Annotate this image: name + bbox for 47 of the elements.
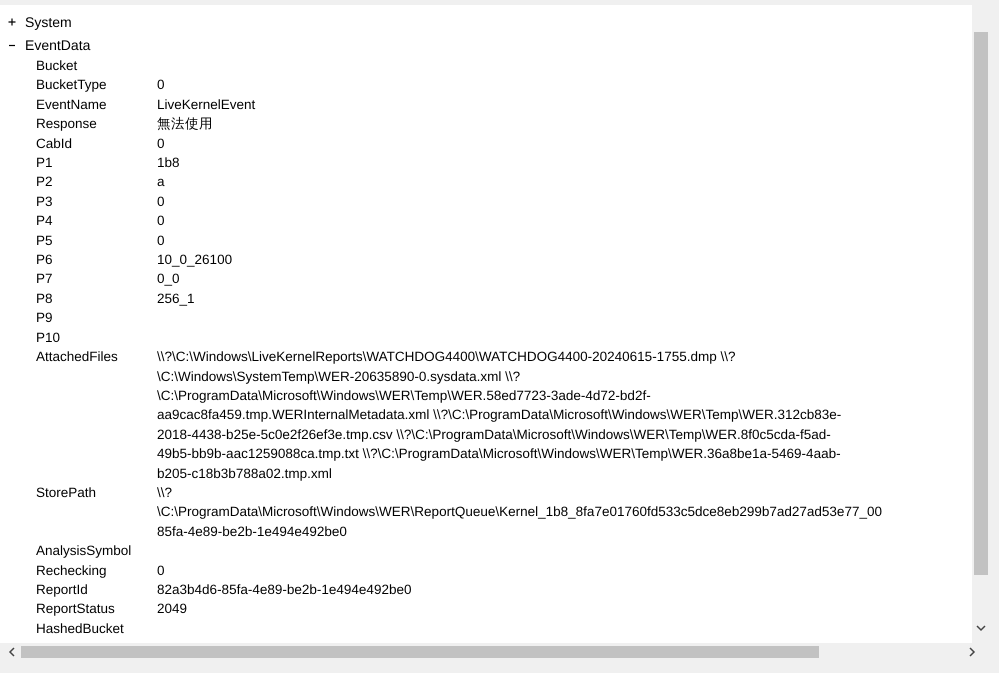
field-value: 0: [157, 192, 165, 211]
field-name: P2: [36, 173, 53, 192]
field-name: P3: [36, 192, 53, 211]
field-value: 0: [157, 562, 165, 580]
field-value: 256_1: [157, 290, 195, 308]
field-name: P9: [36, 309, 53, 328]
tree-node-label[interactable]: System: [25, 14, 72, 30]
field-name: AttachedFiles: [36, 348, 118, 366]
field-value: 0_0: [157, 270, 180, 288]
field-value: 82a3b4d6-85fa-4e89-be2b-1e494e492be0: [157, 580, 412, 599]
field-name: EventName: [36, 96, 107, 114]
field-value: \\?\C:\Windows\LiveKernelReports\WATCHDOG4400\WATCHDOG4400-20240615-1755.dmp \\? \C:\Windows\SystemTemp\WER-20635890-0.sysdata.xml \\? \C:\ProgramData\Microsoft\Windows\WER\Temp\WER.58ed7723-3ade-4d72-bd2f- aa9cac8fa459.tmp.WERInternalMetadata.xml \\?\C:\ProgramData\Microsoft\Windows\WER\Temp\WER.312cb83e- 2018-4438-b25e-5c0e2f26ef3e.tmp.csv \\?\C:\ProgramData\Microsoft\Windows\WER\Temp\WER.8f0c5cda-f5ad- 49b5-bb9b-aac1259088ca.tmp.txt \\?\C:\ProgramData\Microsoft\Windows\WER\Temp\WER.36a8be1a-5469-4aab- b205-c18b3b788a02.tmp.xml: [157, 348, 842, 483]
chevron-left-icon[interactable]: [7, 646, 17, 656]
field-value: 無法使用: [157, 115, 213, 134]
plus-icon[interactable]: [8, 18, 16, 26]
field-name: P1: [36, 154, 53, 172]
field-value: 0: [157, 76, 165, 94]
field-name: AnalysisSymbol: [36, 542, 132, 560]
field-name: CabId: [36, 134, 72, 153]
field-value: a: [157, 173, 165, 192]
field-name: BucketType: [36, 76, 107, 94]
chevron-right-icon[interactable]: [967, 646, 977, 656]
field-name: P5: [36, 232, 53, 250]
field-name: ReportStatus: [36, 600, 115, 618]
field-name: Bucket: [36, 57, 78, 75]
field-name: ReportId: [36, 580, 88, 599]
chevron-down-icon[interactable]: [976, 623, 986, 633]
field-name: P8: [36, 290, 53, 308]
scrollbar-thumb[interactable]: [974, 32, 988, 575]
field-name: P4: [36, 212, 53, 230]
field-value: 0: [157, 212, 165, 230]
field-name: P10: [36, 328, 60, 347]
field-value: 2049: [157, 600, 188, 618]
field-name: P7: [36, 270, 53, 288]
field-value: 10_0_26100: [157, 251, 232, 270]
scrollbar-thumb[interactable]: [21, 646, 819, 658]
field-value: 0: [157, 232, 165, 250]
field-value: 1b8: [157, 154, 180, 172]
field-value: \\? \C:\ProgramData\Microsoft\Windows\WER\ReportQueue\Kernel_1b8_8fa7e01760fd533c5dce8eb299b7ad27ad53e77_00 85fa-4e89-be2b-1e494e492be0: [157, 484, 882, 541]
field-name: HashedBucket: [36, 620, 124, 638]
tree-node-label[interactable]: EventData: [25, 36, 90, 52]
field-name: Response: [36, 115, 97, 134]
field-value: LiveKernelEvent: [157, 96, 256, 114]
field-name: P6: [36, 251, 53, 270]
field-name: StorePath: [36, 484, 96, 502]
field-name: Rechecking: [36, 562, 107, 580]
field-value: 0: [157, 134, 165, 153]
